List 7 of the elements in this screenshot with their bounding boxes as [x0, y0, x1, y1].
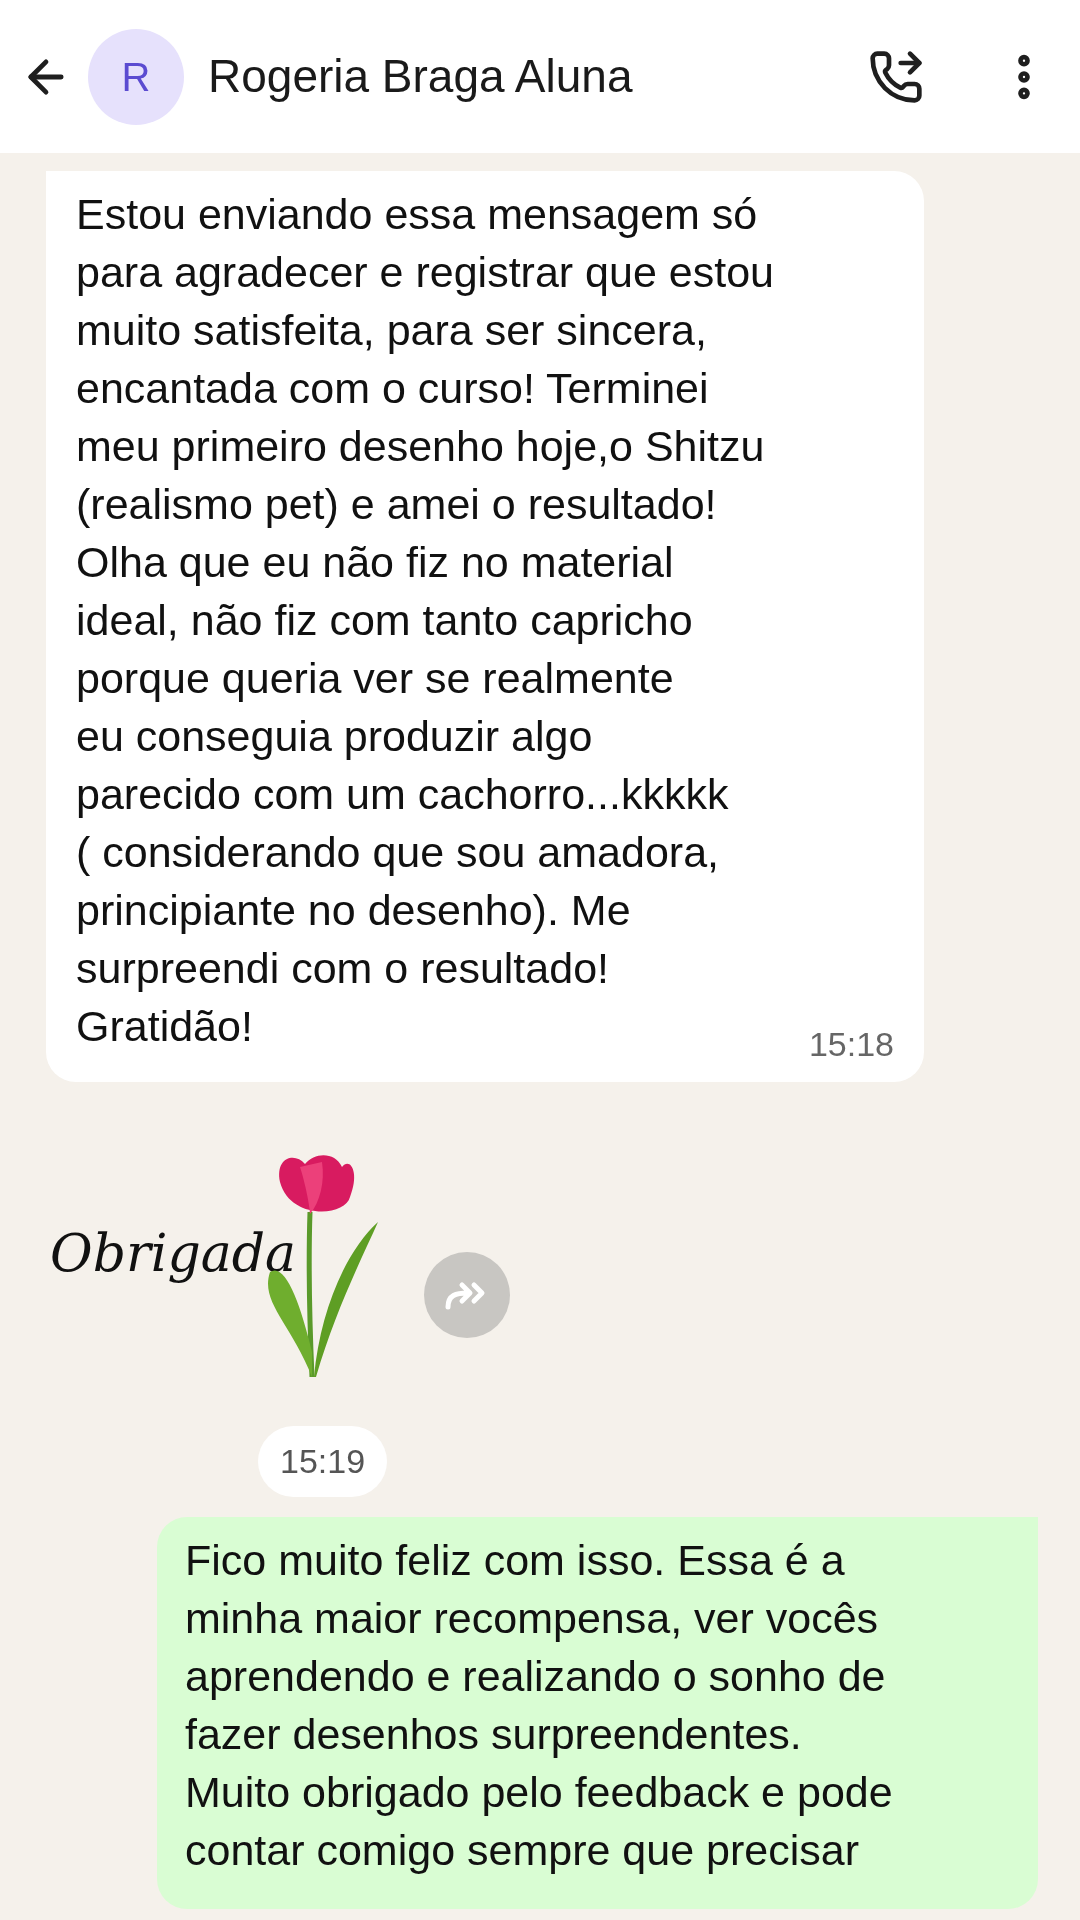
message-time: 15:19 — [258, 1426, 388, 1497]
sticker-caption: Obrigada — [50, 1222, 296, 1285]
message-time: 15:18 — [808, 1024, 894, 1065]
message-text: Fico muito feliz com isso. Essa é a minha maior recompensa, ver vocês aprendendo e realizando o sonho de fazer desenhos surpreendentes. Muito obrigado pelo feedback e pode contar comigo sempre que precisar — [185, 1535, 894, 1876]
avatar[interactable]: R — [88, 28, 184, 125]
message-text: Estou enviando essa mensagem só para agradecer e registrar que estou muito satisfeita, para ser sincera, encantada com o curso! Terminei meu primeiro desenho hoje,o Shitzu (realismo pet) e amei o resultado! Olha que eu não fiz no material ideal, não fiz com tanto capricho porque queria ver se realmente eu conseguia produzir algo parecido com um cachorro...kkkkk ( considerando que sou amadora, principiante no desenho). Me surpreendi com o resultado! Gratidão! — [76, 189, 774, 1052]
contact-name[interactable]: Rogeria Braga Aluna — [208, 42, 852, 111]
